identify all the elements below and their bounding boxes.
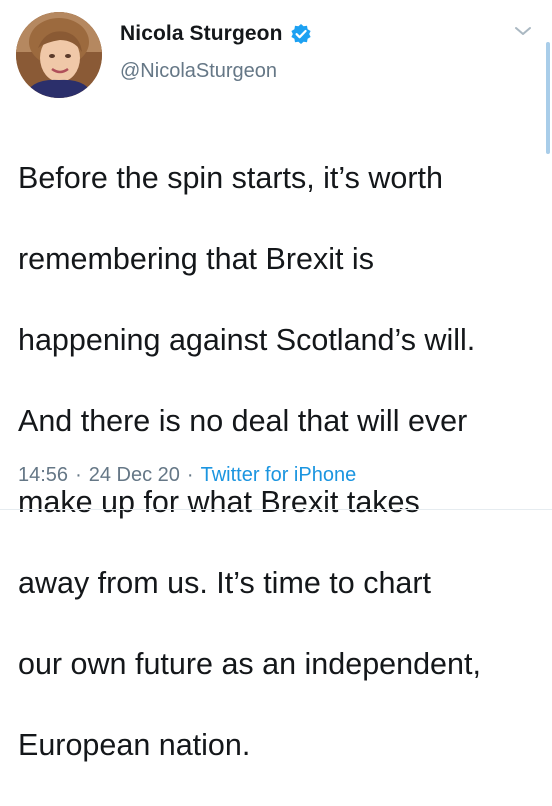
tweet-date[interactable]: 24 Dec 20 (89, 464, 180, 487)
tweet-source-link[interactable]: Twitter for iPhone (201, 464, 357, 487)
tweet-line: happening against Scotland’s will. (18, 322, 476, 357)
tweet-line: And there is no deal that will ever (18, 403, 468, 438)
meta-separator: · (75, 464, 82, 486)
tweet-text: Before the spin starts, it’s worth remem… (18, 117, 548, 806)
tweet-line: our own future as an independent, (18, 646, 481, 681)
meta-separator: · (186, 464, 194, 486)
tweet-line: remembering that Brexit is (18, 241, 374, 276)
author-row: Nicola Sturgeon (120, 22, 312, 46)
display-name[interactable]: Nicola Sturgeon (120, 22, 283, 46)
tweet-line: European nation. (18, 727, 251, 762)
tweet-line: make up for what Brexit takes (18, 484, 420, 519)
author-handle[interactable]: @NicolaSturgeon (120, 60, 277, 83)
chevron-down-icon[interactable] (513, 24, 533, 38)
divider (0, 509, 552, 510)
tweet-line: away from us. It’s time to chart (18, 565, 432, 600)
verified-badge-icon (290, 23, 312, 45)
tweet-card[interactable]: Nicola Sturgeon @NicolaSturgeon Before t… (0, 0, 552, 762)
avatar[interactable] (16, 12, 102, 98)
avatar-photo (16, 12, 102, 98)
tweet-time[interactable]: 14:56 (18, 464, 68, 487)
tweet-meta: 14:56 · 24 Dec 20 · Twitter for iPhone (18, 464, 356, 487)
tweet-line: Before the spin starts, it’s worth (18, 160, 443, 195)
